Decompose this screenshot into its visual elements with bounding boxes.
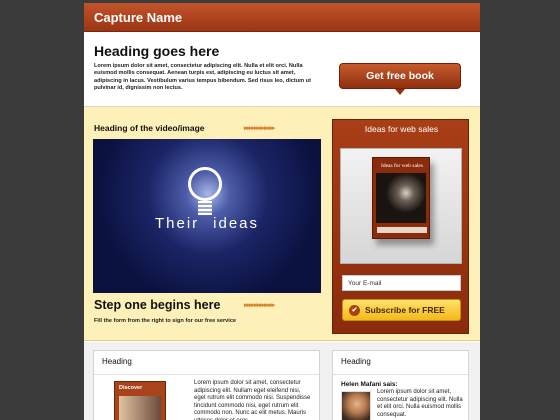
book-showcase: Ideas for web sales	[340, 148, 462, 264]
double-chevron-right-icon: ▸▸▸▸▸▸▸▸▸▸▸▸	[244, 125, 275, 132]
book-cover-title: Ideas for web sales	[381, 163, 423, 169]
discover-book-photo	[119, 396, 161, 420]
book-cover-bulb-image	[376, 173, 426, 223]
lightbulb-base	[198, 201, 212, 215]
card-body-text: Lorem ipsum dolor sit amet, consectetur …	[194, 380, 311, 420]
card-divider	[94, 374, 319, 375]
card-title: Heading	[102, 357, 132, 366]
testimonial-text: Lorem ipsum dolor sit amet, consectetur …	[377, 389, 463, 418]
top-bar: Capture Name	[84, 3, 480, 32]
double-chevron-right-icon: ▸▸▸▸▸▸▸▸▸▸▸▸	[244, 302, 275, 309]
hero-body-text: Lorem ipsum dolor sit amet, consectetur …	[94, 63, 311, 92]
landing-page: Capture Name Heading goes here Lorem ips…	[84, 3, 480, 420]
testimonial-card: Heading Helen Mafani sais: Lorem ipsum d…	[332, 350, 469, 420]
info-card-left: Heading Discover Lorem ipsum dolor sit a…	[93, 350, 320, 420]
video-caption: Their ideas	[93, 215, 321, 232]
video-caption-left: Their	[154, 215, 200, 232]
book-cover-footer	[377, 227, 427, 233]
video-caption-right: ideas	[213, 215, 260, 232]
get-free-book-button[interactable]: Get free book	[339, 63, 461, 95]
discover-book-image: Discover	[114, 381, 166, 420]
button-pointer-icon	[395, 89, 405, 95]
check-icon: ✔	[349, 305, 360, 316]
discover-book-label: Discover	[119, 385, 143, 391]
subscribe-button[interactable]: ✔ Subscribe for FREE	[342, 299, 461, 321]
avatar	[341, 391, 371, 420]
signup-panel: Ideas for web sales Ideas for web sales …	[332, 119, 469, 334]
video-player[interactable]: Their ideas	[93, 139, 321, 293]
testimonial-author: Helen Mafani sais:	[341, 381, 398, 388]
lightbulb-icon	[188, 167, 222, 201]
signup-panel-title: Ideas for web sales	[364, 124, 439, 134]
card-title: Heading	[341, 357, 371, 366]
video-band: Heading of the video/image ▸▸▸▸▸▸▸▸▸▸▸▸ …	[84, 107, 480, 341]
bottom-section: Heading Discover Lorem ipsum dolor sit a…	[84, 342, 480, 420]
email-field[interactable]	[342, 275, 461, 291]
video-heading: Heading of the video/image	[94, 123, 205, 133]
subscribe-label: Subscribe for FREE	[365, 305, 445, 315]
hero-section: Heading goes here Lorem ipsum dolor sit …	[84, 33, 480, 107]
step-subtext: Fill the form from the right to sign for…	[94, 318, 237, 324]
card-divider	[333, 374, 468, 375]
get-free-book-label: Get free book	[366, 70, 434, 82]
book-cover-image: Ideas for web sales	[372, 157, 430, 239]
step-heading: Step one begins here	[94, 298, 221, 312]
hero-heading: Heading goes here	[94, 43, 220, 59]
page-title: Capture Name	[94, 10, 183, 25]
